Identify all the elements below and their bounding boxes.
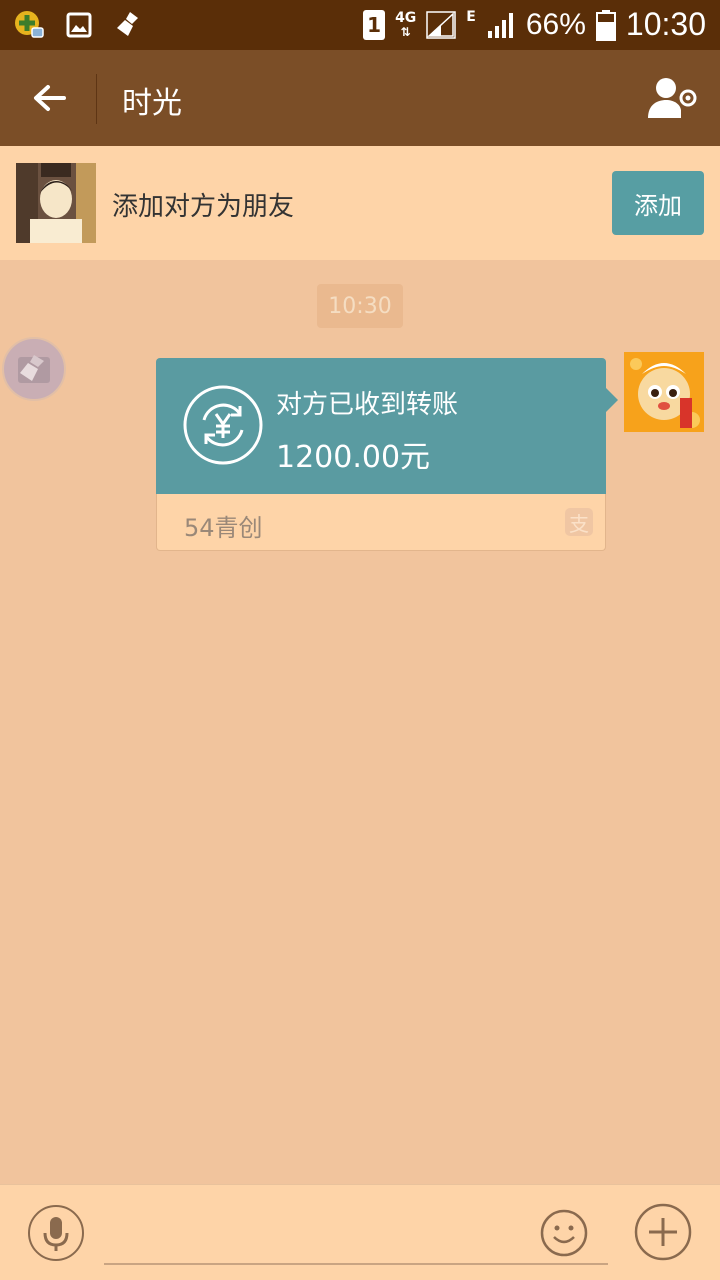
plus-icon[interactable] xyxy=(634,1203,692,1261)
signal-bars-icon xyxy=(487,12,513,38)
broom-icon xyxy=(18,355,50,383)
add-friend-prompt: 添加对方为朋友 xyxy=(112,192,295,222)
transfer-source: 54青创 xyxy=(184,514,263,542)
microphone-icon xyxy=(43,1217,69,1251)
broom-icon xyxy=(117,12,138,36)
self-avatar-image xyxy=(624,352,704,432)
transfer-card-header: 对方已收到转账 1200.00元 xyxy=(156,358,606,494)
transfer-card-footer: 54青创 支 xyxy=(156,494,606,551)
smiley-icon[interactable] xyxy=(540,1209,588,1257)
transfer-status: 对方已收到转账 xyxy=(276,390,459,420)
bubble-tail xyxy=(606,388,618,412)
network-type-label: 4G xyxy=(395,9,417,26)
image-icon xyxy=(66,12,92,38)
data-arrows-icon: ⇅ xyxy=(400,24,411,39)
alipay-glyph: 支 xyxy=(569,511,589,536)
chat-title: 时光 xyxy=(122,86,182,121)
message-timestamp: 10:30 xyxy=(317,284,403,328)
alipay-icon: 支 xyxy=(565,508,593,536)
topbar-divider xyxy=(96,74,97,124)
currency-exchange-icon xyxy=(183,385,263,465)
top-app-bar: 时光 xyxy=(0,50,720,146)
self-avatar[interactable] xyxy=(624,352,704,432)
battery-percent: 66% xyxy=(525,7,586,41)
sim-slot-label: 1 xyxy=(367,12,382,37)
chat-input-bar xyxy=(0,1184,720,1280)
network-type-indicator: 4G ⇅ xyxy=(395,11,416,39)
contact-avatar-image xyxy=(16,163,96,243)
message-input[interactable] xyxy=(104,1263,608,1265)
clock: 10:30 xyxy=(625,6,706,42)
transfer-amount: 1200.00元 xyxy=(276,440,431,475)
app-notification-icon xyxy=(15,11,44,38)
status-bar-left xyxy=(14,10,142,40)
contact-avatar[interactable] xyxy=(16,163,96,243)
add-friend-bar: 添加对方为朋友 添加 xyxy=(0,146,720,260)
signal-icon xyxy=(426,10,457,39)
voice-input-button[interactable] xyxy=(28,1205,84,1261)
battery-icon xyxy=(595,9,616,41)
back-button[interactable] xyxy=(26,74,74,122)
status-bar: 1 4G ⇅ E 66% 10:30 xyxy=(0,0,720,50)
sim-icon: 1 xyxy=(363,9,386,40)
network-secondary-label: E xyxy=(466,9,476,25)
floating-broom-button[interactable] xyxy=(2,337,66,401)
status-bar-right: 1 4G ⇅ E 66% 10:30 xyxy=(363,6,706,43)
transfer-message-card[interactable]: 对方已收到转账 1200.00元 54青创 支 xyxy=(156,358,618,551)
add-friend-button[interactable]: 添加 xyxy=(612,171,704,235)
user-settings-icon[interactable] xyxy=(646,74,698,122)
